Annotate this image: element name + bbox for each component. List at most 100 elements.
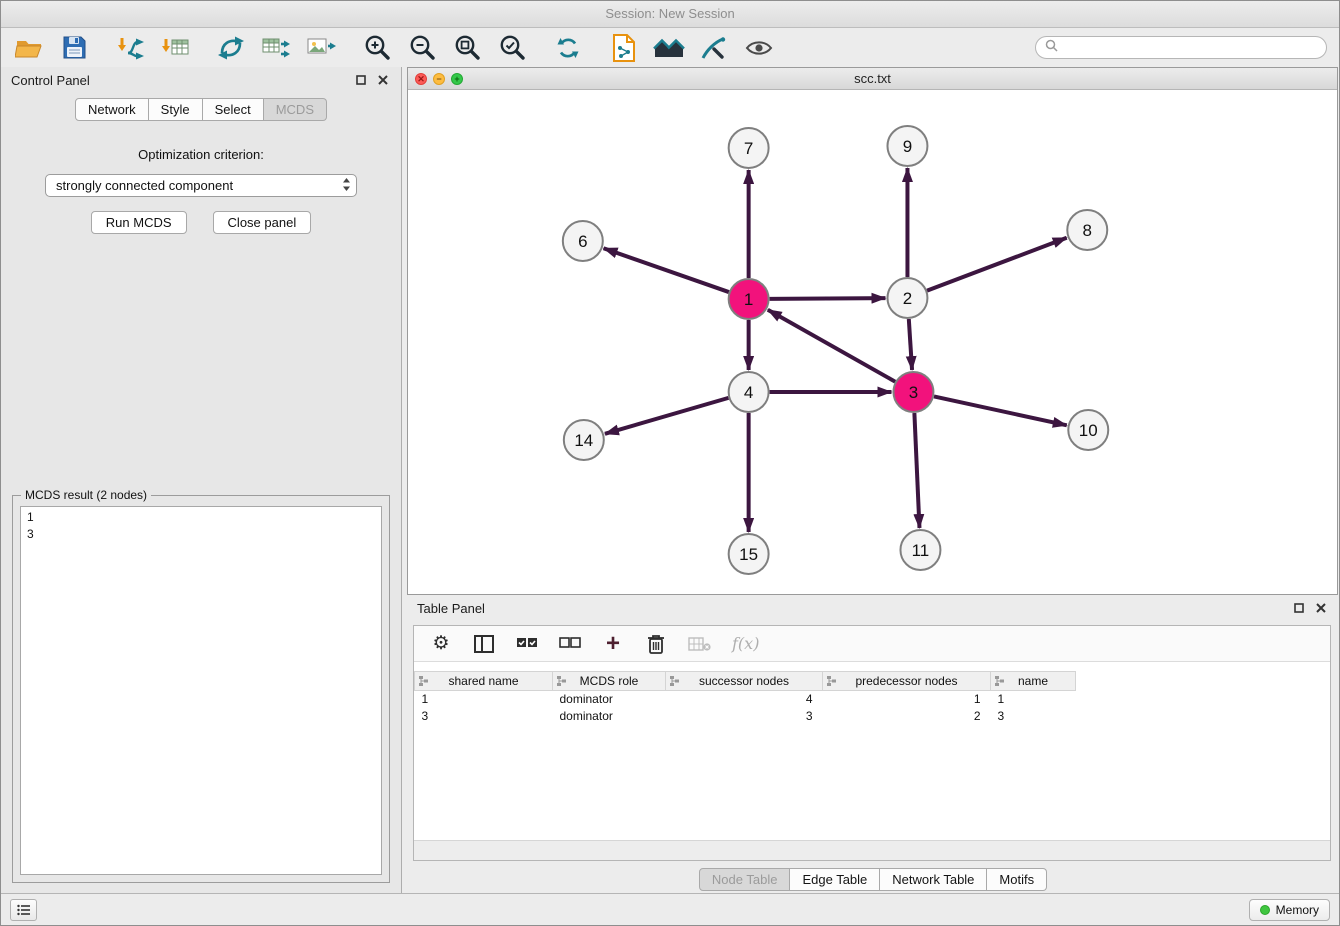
graph-edge-1-2[interactable] [770, 298, 886, 299]
svg-text:3: 3 [909, 383, 918, 402]
graph-edge-1-6[interactable] [604, 248, 729, 292]
graph-node-11[interactable]: 11 [900, 530, 940, 570]
graph-node-14[interactable]: 14 [564, 420, 604, 460]
zoom-out-icon[interactable] [406, 32, 438, 64]
close-panel-button[interactable]: Close panel [213, 211, 312, 234]
column-header-label: predecessor nodes [855, 674, 957, 688]
run-mcds-button[interactable]: Run MCDS [91, 211, 187, 234]
table-toolbar: ⚙ [414, 626, 1330, 662]
tab-mcds[interactable]: MCDS [264, 98, 327, 121]
export-table-icon[interactable] [260, 32, 292, 64]
graph-edge-3-10[interactable] [934, 396, 1067, 425]
criterion-select[interactable]: strongly connected component [45, 174, 357, 197]
network-window-title: scc.txt [408, 71, 1337, 86]
eye-icon[interactable] [743, 32, 775, 64]
optimization-criterion-label: Optimization criterion: [138, 147, 264, 162]
table-horizontal-scrollbar[interactable] [414, 840, 1330, 860]
close-window-icon[interactable]: ✕ [415, 73, 427, 85]
memory-button[interactable]: Memory [1249, 899, 1330, 921]
graph-node-8[interactable]: 8 [1067, 210, 1107, 250]
open-folder-icon[interactable] [13, 32, 45, 64]
refresh-icon[interactable] [552, 32, 584, 64]
add-column-icon[interactable]: + [602, 632, 624, 656]
graph-edge-2-8[interactable] [927, 238, 1067, 291]
close-table-panel-icon[interactable] [1313, 600, 1329, 616]
tab-network-table[interactable]: Network Table [880, 868, 987, 891]
network-canvas[interactable]: 7 9 6 8 1 2 4 3 14 10 15 11 [408, 90, 1337, 594]
table-settings-gear-icon[interactable]: ⚙ [430, 634, 452, 653]
network-graph[interactable]: 7 9 6 8 1 2 4 3 14 10 15 11 [408, 90, 1337, 594]
node-table-container: ⚙ [413, 625, 1331, 861]
tab-edge-table[interactable]: Edge Table [790, 868, 880, 891]
column-header-shared-name[interactable]: shared name [415, 672, 553, 691]
first-neighbors-icon[interactable] [653, 32, 685, 64]
table-row[interactable]: 1dominator411 [415, 691, 1331, 708]
close-panel-icon[interactable] [375, 72, 391, 88]
tab-style[interactable]: Style [149, 98, 203, 121]
tab-select[interactable]: Select [203, 98, 264, 121]
float-table-panel-icon[interactable] [1291, 600, 1307, 616]
mcds-result-list[interactable]: 13 [20, 506, 382, 875]
deselect-all-columns-icon[interactable] [559, 637, 581, 651]
save-icon[interactable] [58, 32, 90, 64]
svg-text:10: 10 [1079, 421, 1098, 440]
tab-node-table[interactable]: Node Table [699, 868, 791, 891]
app-window: Session: New Session [0, 0, 1340, 926]
graph-edge-4-14[interactable] [605, 398, 729, 434]
export-image-icon[interactable] [305, 32, 337, 64]
zoom-in-icon[interactable] [361, 32, 393, 64]
table-row[interactable]: 3dominator323 [415, 708, 1331, 725]
paint-brush-icon[interactable] [698, 32, 730, 64]
search-input[interactable] [1064, 41, 1317, 55]
trash-icon[interactable] [645, 633, 667, 655]
graph-edge-3-1[interactable] [768, 310, 895, 382]
network-arrows-icon[interactable] [215, 32, 247, 64]
show-columns-icon[interactable] [473, 635, 495, 653]
column-header-predecessor-nodes[interactable]: predecessor nodes [823, 672, 991, 691]
table-cell: dominator [553, 708, 666, 725]
graph-node-10[interactable]: 10 [1068, 410, 1108, 450]
network-document-icon[interactable] [608, 32, 640, 64]
graph-edge-2-3[interactable] [909, 319, 912, 370]
float-panel-icon[interactable] [353, 72, 369, 88]
control-panel: Control Panel NetworkStyleSelectMCDS Opt… [1, 67, 402, 893]
graph-node-4[interactable]: 4 [729, 372, 769, 412]
graph-node-6[interactable]: 6 [563, 221, 603, 261]
memory-status-dot [1260, 905, 1270, 915]
svg-text:15: 15 [739, 545, 758, 564]
column-header-filler [1076, 672, 1331, 691]
zoom-fit-icon[interactable] [451, 32, 483, 64]
column-tree-icon [670, 676, 679, 690]
graph-node-3[interactable]: 3 [893, 372, 933, 412]
select-all-columns-icon[interactable] [516, 637, 538, 651]
tab-motifs[interactable]: Motifs [987, 868, 1047, 891]
column-header-successor-nodes[interactable]: successor nodes [666, 672, 823, 691]
minimize-window-icon[interactable]: − [433, 73, 445, 85]
svg-text:8: 8 [1083, 221, 1092, 240]
refresh-group [552, 32, 584, 64]
column-header-label: MCDS role [580, 674, 639, 688]
column-header-name[interactable]: name [991, 672, 1076, 691]
graph-edge-3-11[interactable] [914, 413, 919, 528]
table-empty-area [414, 725, 1330, 841]
titlebar: Session: New Session [1, 1, 1339, 28]
graph-node-2[interactable]: 2 [887, 278, 927, 318]
export-group [215, 32, 337, 64]
graph-node-15[interactable]: 15 [729, 534, 769, 574]
tab-network[interactable]: Network [75, 98, 149, 121]
node-table: shared name MCDS role successor nodes prede… [414, 671, 1330, 725]
zoom-window-icon[interactable]: + [451, 73, 463, 85]
task-history-icon[interactable] [10, 899, 37, 921]
column-header-MCDS-role[interactable]: MCDS role [553, 672, 666, 691]
table-panel-header: Table Panel [407, 595, 1339, 621]
graph-node-7[interactable]: 7 [729, 128, 769, 168]
search-box[interactable] [1035, 36, 1327, 59]
zoom-selected-icon[interactable] [496, 32, 528, 64]
column-tree-icon [557, 676, 566, 690]
graph-node-1[interactable]: 1 [729, 279, 769, 319]
graph-node-9[interactable]: 9 [887, 126, 927, 166]
import-group [114, 32, 191, 64]
import-table-icon[interactable] [159, 32, 191, 64]
svg-text:4: 4 [744, 383, 753, 402]
import-network-icon[interactable] [114, 32, 146, 64]
